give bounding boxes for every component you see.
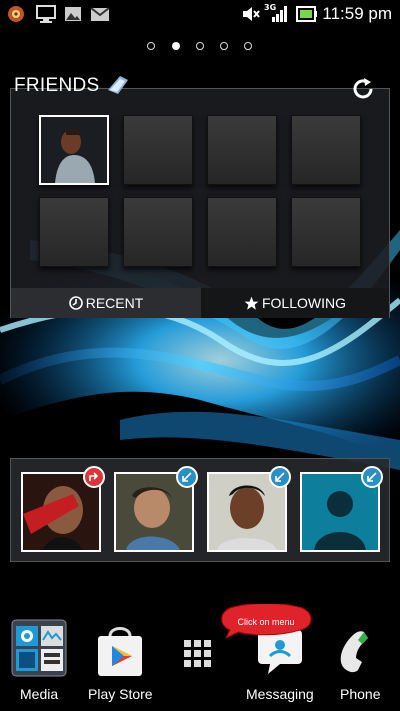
page-dot[interactable] [220, 42, 228, 50]
dock-label-play-store: Play Store [88, 686, 153, 702]
play-store-icon [98, 627, 142, 676]
page-dot[interactable] [196, 42, 204, 50]
arrow-badge[interactable] [176, 466, 198, 488]
page-dot[interactable] [147, 42, 155, 50]
annotation-text: Click on menu [237, 617, 295, 627]
signal-icon [267, 6, 287, 22]
timescape-logo-icon [108, 76, 128, 94]
battery-icon [296, 6, 317, 22]
dock-label-media: Media [20, 686, 59, 702]
status-bar: 3G 11:59 pm [0, 0, 400, 30]
friends-widget: RECENT FOLLOWING [10, 88, 390, 318]
page-dot[interactable] [244, 42, 252, 50]
friend-tile[interactable] [39, 115, 109, 185]
share-badge[interactable] [83, 466, 105, 488]
tab-following-label: FOLLOWING [261, 295, 346, 311]
media-folder-icon [11, 619, 67, 677]
arrow-badge[interactable] [361, 466, 383, 488]
friend-tile-empty[interactable] [123, 197, 193, 267]
arrow-icon [275, 472, 285, 482]
friend-tile-empty[interactable] [207, 197, 277, 267]
refresh-icon[interactable] [350, 76, 376, 102]
friend-tile-empty[interactable] [123, 115, 193, 185]
clock: 11:59 pm [322, 4, 392, 23]
browser-notification-icon[interactable] [7, 5, 25, 23]
star-icon [244, 296, 259, 310]
clock-icon [68, 296, 83, 310]
tab-recent[interactable]: RECENT [11, 288, 201, 318]
dock-label-phone: Phone [340, 686, 381, 702]
friend-avatar [41, 117, 107, 183]
friends-widget-title: FRIENDS [14, 75, 100, 96]
mute-icon [243, 7, 260, 21]
favorite-contacts-widget [10, 458, 390, 562]
share-icon [89, 472, 99, 481]
monitor-icon[interactable] [36, 5, 56, 23]
tab-recent-label: RECENT [85, 295, 144, 311]
friend-tile-empty[interactable] [291, 115, 361, 185]
friend-tile-empty[interactable] [39, 197, 109, 267]
phone-icon [340, 631, 368, 673]
arrow-icon [367, 472, 377, 482]
tab-following[interactable]: FOLLOWING [201, 288, 389, 318]
dock: Media Play Store Messaging Phone [0, 590, 400, 711]
apps-menu-icon [184, 640, 211, 667]
page-indicator[interactable] [145, 42, 255, 54]
friends-tabs: RECENT FOLLOWING [11, 288, 389, 318]
friend-tile-empty[interactable] [207, 115, 277, 185]
gmail-icon[interactable] [90, 5, 110, 23]
friend-tile-empty[interactable] [291, 197, 361, 267]
image-icon[interactable] [64, 5, 82, 23]
dock-label-messaging: Messaging [246, 686, 314, 702]
page-dot-active[interactable] [172, 42, 180, 50]
arrow-icon [182, 472, 192, 482]
arrow-badge[interactable] [269, 466, 291, 488]
